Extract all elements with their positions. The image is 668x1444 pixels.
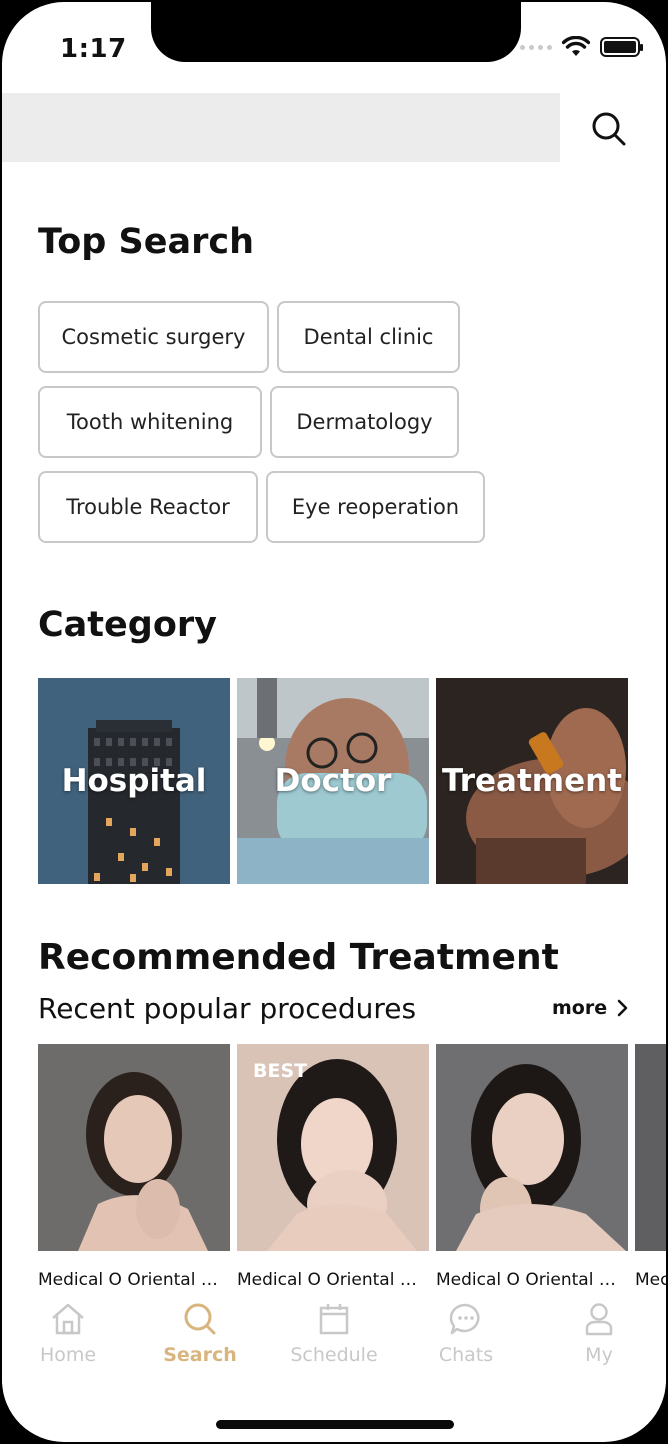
chip-eye-reoperation[interactable]: Eye reoperation (266, 471, 485, 543)
category-card-doctor[interactable]: Doctor (237, 678, 429, 884)
treatment-card-3[interactable] (436, 1044, 628, 1251)
tab-my[interactable]: My (544, 1302, 654, 1366)
recommended-subtitle: Recent popular procedures (38, 992, 417, 1025)
phone-screen: 1:17 Top Search Cosmetic surgery Dental … (2, 2, 666, 1442)
search-input[interactable] (2, 93, 560, 162)
tab-schedule[interactable]: Schedule (279, 1302, 389, 1366)
chevron-right-icon (617, 999, 628, 1017)
chip-cosmetic-surgery[interactable]: Cosmetic surgery (38, 301, 269, 373)
treatment-photo-4 (635, 1044, 666, 1251)
category-card-hospital[interactable]: Hospital (38, 678, 230, 884)
home-indicator (216, 1420, 454, 1429)
category-label-treatment: Treatment (441, 763, 622, 799)
user-icon (585, 1303, 613, 1336)
treatment-caption-4: Mec (635, 1270, 666, 1290)
chip-dental-clinic[interactable]: Dental clinic (277, 301, 460, 373)
signal-icon (520, 44, 552, 50)
search-icon (592, 112, 626, 146)
top-search-title: Top Search (38, 222, 254, 262)
category-label-doctor: Doctor (274, 763, 392, 799)
treatment-card-4[interactable] (635, 1044, 666, 1251)
home-icon (52, 1303, 84, 1335)
treatment-caption-1: Medical O Oriental … (38, 1270, 218, 1290)
more-label: more (552, 997, 608, 1019)
tab-home-label: Home (39, 1344, 97, 1366)
treatment-caption-3: Medical O Oriental … (436, 1270, 616, 1290)
more-link[interactable]: more (552, 997, 629, 1019)
tab-schedule-label: Schedule (290, 1344, 378, 1366)
status-time: 1:17 (60, 34, 127, 64)
tab-my-label: My (585, 1344, 613, 1366)
tab-home[interactable]: Home (13, 1302, 123, 1366)
tab-bar: Home Search Schedule Chats My (2, 1292, 666, 1384)
treatment-card-1[interactable] (38, 1044, 230, 1251)
tab-search[interactable]: Search (145, 1302, 255, 1366)
category-title: Category (38, 605, 217, 645)
schedule-icon (319, 1304, 349, 1335)
wifi-icon (562, 36, 590, 56)
chat-icon (449, 1303, 480, 1335)
tab-chats-label: Chats (438, 1344, 494, 1366)
chip-trouble-reactor[interactable]: Trouble Reactor (38, 471, 258, 543)
chip-tooth-whitening[interactable]: Tooth whitening (38, 386, 262, 458)
category-card-treatment[interactable]: Treatment (436, 678, 628, 884)
search-icon (184, 1303, 216, 1335)
treatment-caption-2: Medical O Oriental … (237, 1270, 417, 1290)
search-button[interactable] (588, 108, 630, 150)
status-icons (520, 36, 643, 58)
battery-icon (600, 37, 643, 57)
tab-search-label: Search (163, 1344, 237, 1366)
notch (151, 2, 521, 62)
treatment-photo-3 (436, 1044, 628, 1251)
chip-dermatology[interactable]: Dermatology (270, 386, 459, 458)
recommended-title: Recommended Treatment (38, 937, 559, 978)
category-label-hospital: Hospital (61, 763, 207, 799)
best-badge: BEST (253, 1060, 308, 1082)
treatment-photo-1 (38, 1044, 230, 1251)
tab-chats[interactable]: Chats (411, 1302, 521, 1366)
treatment-card-2[interactable]: BEST (237, 1044, 429, 1251)
